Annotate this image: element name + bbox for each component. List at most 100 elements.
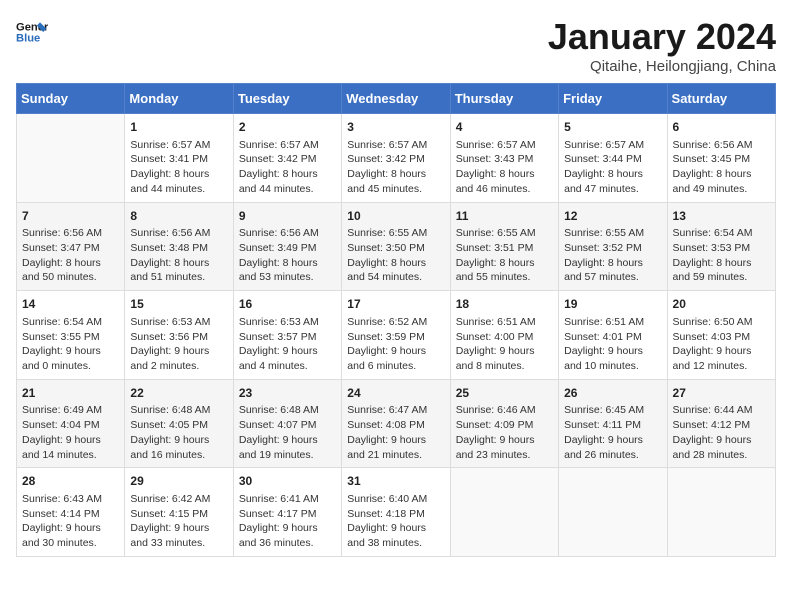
day-content: Sunrise: 6:44 AM Sunset: 4:12 PM Dayligh… bbox=[673, 403, 770, 462]
calendar-cell: 7Sunrise: 6:56 AM Sunset: 3:47 PM Daylig… bbox=[17, 202, 125, 291]
calendar-cell: 21Sunrise: 6:49 AM Sunset: 4:04 PM Dayli… bbox=[17, 379, 125, 468]
day-number: 16 bbox=[239, 296, 336, 313]
calendar-cell: 29Sunrise: 6:42 AM Sunset: 4:15 PM Dayli… bbox=[125, 468, 233, 557]
calendar-cell: 30Sunrise: 6:41 AM Sunset: 4:17 PM Dayli… bbox=[233, 468, 341, 557]
day-number: 27 bbox=[673, 385, 770, 402]
day-number: 3 bbox=[347, 119, 444, 136]
day-number: 26 bbox=[564, 385, 661, 402]
day-number: 2 bbox=[239, 119, 336, 136]
day-number: 21 bbox=[22, 385, 119, 402]
day-content: Sunrise: 6:45 AM Sunset: 4:11 PM Dayligh… bbox=[564, 403, 661, 462]
day-number: 1 bbox=[130, 119, 227, 136]
day-number: 12 bbox=[564, 208, 661, 225]
calendar-cell: 5Sunrise: 6:57 AM Sunset: 3:44 PM Daylig… bbox=[559, 114, 667, 203]
day-number: 6 bbox=[673, 119, 770, 136]
day-content: Sunrise: 6:48 AM Sunset: 4:07 PM Dayligh… bbox=[239, 403, 336, 462]
calendar-cell: 3 Sunrise: 6:57 AM Sunset: 3:42 PM Daylig… bbox=[342, 114, 450, 203]
calendar-cell: 18Sunrise: 6:51 AM Sunset: 4:00 PM Dayli… bbox=[450, 291, 558, 380]
calendar-cell bbox=[559, 468, 667, 557]
calendar-week-row: 1 Sunrise: 6:57 AM Sunset: 3:41 PM Daylig… bbox=[17, 114, 776, 203]
day-number: 13 bbox=[673, 208, 770, 225]
calendar-cell bbox=[450, 468, 558, 557]
weekday-header-sunday: Sunday bbox=[17, 84, 125, 114]
title-area: January 2024 Qitaihe, Heilongjiang, Chin… bbox=[548, 16, 776, 75]
day-number: 31 bbox=[347, 473, 444, 490]
calendar-cell: 1 Sunrise: 6:57 AM Sunset: 3:41 PM Daylig… bbox=[125, 114, 233, 203]
day-content: Sunrise: 6:52 AM Sunset: 3:59 PM Dayligh… bbox=[347, 315, 444, 374]
calendar-cell: 24Sunrise: 6:47 AM Sunset: 4:08 PM Dayli… bbox=[342, 379, 450, 468]
day-number: 14 bbox=[22, 296, 119, 313]
calendar-cell: 22Sunrise: 6:48 AM Sunset: 4:05 PM Dayli… bbox=[125, 379, 233, 468]
day-content: Sunrise: 6:43 AM Sunset: 4:14 PM Dayligh… bbox=[22, 492, 119, 551]
day-number: 23 bbox=[239, 385, 336, 402]
day-content: Sunrise: 6:50 AM Sunset: 4:03 PM Dayligh… bbox=[673, 315, 770, 374]
day-number: 19 bbox=[564, 296, 661, 313]
calendar-cell: 23Sunrise: 6:48 AM Sunset: 4:07 PM Dayli… bbox=[233, 379, 341, 468]
day-content: Sunrise: 6:41 AM Sunset: 4:17 PM Dayligh… bbox=[239, 492, 336, 551]
day-number: 28 bbox=[22, 473, 119, 490]
weekday-header-saturday: Saturday bbox=[667, 84, 775, 114]
calendar-table: SundayMondayTuesdayWednesdayThursdayFrid… bbox=[16, 83, 776, 557]
calendar-cell: 9Sunrise: 6:56 AM Sunset: 3:49 PM Daylig… bbox=[233, 202, 341, 291]
logo: General Blue bbox=[16, 16, 48, 48]
calendar-cell: 31 Sunrise: 6:40 AM Sunset: 4:18 PM Dayli… bbox=[342, 468, 450, 557]
day-content: Sunrise: 6:55 AM Sunset: 3:50 PM Dayligh… bbox=[347, 226, 444, 285]
day-content: Sunrise: 6:40 AM Sunset: 4:18 PM Dayligh… bbox=[347, 492, 444, 551]
day-number: 11 bbox=[456, 208, 553, 225]
day-content: Sunrise: 6:54 AM Sunset: 3:53 PM Dayligh… bbox=[673, 226, 770, 285]
day-content: Sunrise: 6:53 AM Sunset: 3:56 PM Dayligh… bbox=[130, 315, 227, 374]
calendar-cell: 20 Sunrise: 6:50 AM Sunset: 4:03 PM Dayli… bbox=[667, 291, 775, 380]
day-number: 18 bbox=[456, 296, 553, 313]
calendar-week-row: 14 Sunrise: 6:54 AM Sunset: 3:55 PM Dayli… bbox=[17, 291, 776, 380]
weekday-header-wednesday: Wednesday bbox=[342, 84, 450, 114]
calendar-cell: 4 Sunrise: 6:57 AM Sunset: 3:43 PM Daylig… bbox=[450, 114, 558, 203]
day-content: Sunrise: 6:49 AM Sunset: 4:04 PM Dayligh… bbox=[22, 403, 119, 462]
calendar-cell bbox=[667, 468, 775, 557]
calendar-cell: 8Sunrise: 6:56 AM Sunset: 3:48 PM Daylig… bbox=[125, 202, 233, 291]
svg-text:Blue: Blue bbox=[16, 33, 40, 45]
day-number: 17 bbox=[347, 296, 444, 313]
day-number: 22 bbox=[130, 385, 227, 402]
day-number: 25 bbox=[456, 385, 553, 402]
calendar-cell: 27Sunrise: 6:44 AM Sunset: 4:12 PM Dayli… bbox=[667, 379, 775, 468]
weekday-header-friday: Friday bbox=[559, 84, 667, 114]
day-number: 4 bbox=[456, 119, 553, 136]
day-number: 29 bbox=[130, 473, 227, 490]
weekday-header-monday: Monday bbox=[125, 84, 233, 114]
day-content: Sunrise: 6:47 AM Sunset: 4:08 PM Dayligh… bbox=[347, 403, 444, 462]
calendar-cell: 16Sunrise: 6:53 AM Sunset: 3:57 PM Dayli… bbox=[233, 291, 341, 380]
page-header: General Blue January 2024 Qitaihe, Heilo… bbox=[16, 16, 776, 75]
day-content: Sunrise: 6:57 AM Sunset: 3:42 PM Dayligh… bbox=[347, 138, 444, 197]
day-content: Sunrise: 6:55 AM Sunset: 3:51 PM Dayligh… bbox=[456, 226, 553, 285]
calendar-cell: 2 Sunrise: 6:57 AM Sunset: 3:42 PM Daylig… bbox=[233, 114, 341, 203]
calendar-cell: 13Sunrise: 6:54 AM Sunset: 3:53 PM Dayli… bbox=[667, 202, 775, 291]
calendar-cell: 14 Sunrise: 6:54 AM Sunset: 3:55 PM Dayli… bbox=[17, 291, 125, 380]
day-content: Sunrise: 6:56 AM Sunset: 3:49 PM Dayligh… bbox=[239, 226, 336, 285]
day-content: Sunrise: 6:57 AM Sunset: 3:42 PM Dayligh… bbox=[239, 138, 336, 197]
weekday-header-row: SundayMondayTuesdayWednesdayThursdayFrid… bbox=[17, 84, 776, 114]
day-content: Sunrise: 6:57 AM Sunset: 3:43 PM Dayligh… bbox=[456, 138, 553, 197]
logo-icon: General Blue bbox=[16, 16, 48, 48]
day-content: Sunrise: 6:46 AM Sunset: 4:09 PM Dayligh… bbox=[456, 403, 553, 462]
location: Qitaihe, Heilongjiang, China bbox=[548, 58, 776, 75]
calendar-week-row: 7Sunrise: 6:56 AM Sunset: 3:47 PM Daylig… bbox=[17, 202, 776, 291]
calendar-cell: 26Sunrise: 6:45 AM Sunset: 4:11 PM Dayli… bbox=[559, 379, 667, 468]
calendar-cell: 6Sunrise: 6:56 AM Sunset: 3:45 PM Daylig… bbox=[667, 114, 775, 203]
calendar-cell: 28 Sunrise: 6:43 AM Sunset: 4:14 PM Dayli… bbox=[17, 468, 125, 557]
calendar-week-row: 28 Sunrise: 6:43 AM Sunset: 4:14 PM Dayli… bbox=[17, 468, 776, 557]
day-number: 5 bbox=[564, 119, 661, 136]
day-content: Sunrise: 6:54 AM Sunset: 3:55 PM Dayligh… bbox=[22, 315, 119, 374]
day-content: Sunrise: 6:56 AM Sunset: 3:47 PM Dayligh… bbox=[22, 226, 119, 285]
calendar-cell: 17 Sunrise: 6:52 AM Sunset: 3:59 PM Dayli… bbox=[342, 291, 450, 380]
calendar-cell: 15Sunrise: 6:53 AM Sunset: 3:56 PM Dayli… bbox=[125, 291, 233, 380]
day-number: 10 bbox=[347, 208, 444, 225]
day-content: Sunrise: 6:57 AM Sunset: 3:41 PM Dayligh… bbox=[130, 138, 227, 197]
day-number: 8 bbox=[130, 208, 227, 225]
calendar-week-row: 21Sunrise: 6:49 AM Sunset: 4:04 PM Dayli… bbox=[17, 379, 776, 468]
day-number: 20 bbox=[673, 296, 770, 313]
day-content: Sunrise: 6:56 AM Sunset: 3:48 PM Dayligh… bbox=[130, 226, 227, 285]
day-content: Sunrise: 6:48 AM Sunset: 4:05 PM Dayligh… bbox=[130, 403, 227, 462]
weekday-header-thursday: Thursday bbox=[450, 84, 558, 114]
month-title: January 2024 bbox=[548, 16, 776, 58]
day-number: 7 bbox=[22, 208, 119, 225]
